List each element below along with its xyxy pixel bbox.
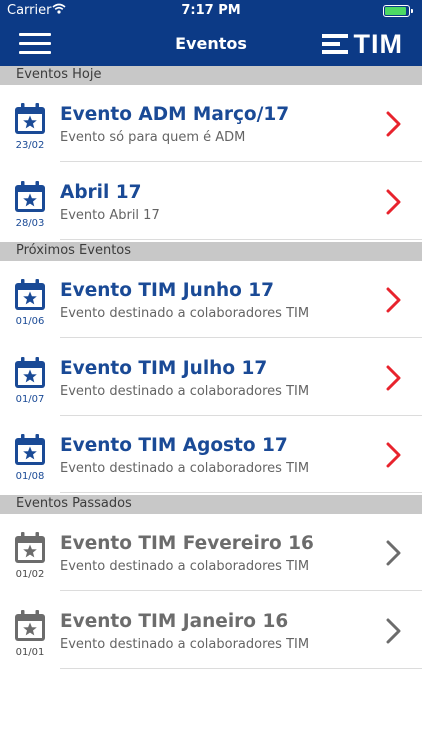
event-subtitle: Evento destinado a colaboradores TIM (60, 384, 310, 399)
event-row[interactable]: 01/08 Evento TIM Agosto 17 Evento destinad… (0, 416, 422, 493)
event-title: Evento TIM Julho 17 (60, 358, 268, 379)
event-row[interactable]: 28/03 Abril 17 Evento Abril 17 (0, 163, 422, 240)
calendar-star-icon (14, 181, 46, 213)
event-title: Evento TIM Janeiro 16 (60, 611, 289, 632)
event-row[interactable]: 01/06 Evento TIM Junho 17 Evento destinado… (0, 261, 422, 338)
event-title: Evento TIM Junho 17 (60, 280, 275, 301)
status-bar: Carrier 7:17 PM (0, 0, 422, 22)
logo-stripes-icon (321, 33, 348, 55)
event-row[interactable]: 23/02 Evento ADM Março/17 Evento só para q… (0, 85, 422, 162)
chevron-right-icon (386, 365, 402, 395)
event-subtitle: Evento só para quem é ADM (60, 130, 246, 145)
row-divider (60, 337, 422, 338)
event-subtitle: Evento destinado a colaboradores TIM (60, 637, 310, 652)
event-title: Abril 17 (60, 182, 142, 203)
event-row[interactable]: 01/01 Evento TIM Janeiro 16 Evento destina… (0, 592, 422, 669)
section-header: Próximos Eventos (0, 242, 422, 261)
event-row[interactable]: 01/07 Evento TIM Julho 17 Evento destinado… (0, 339, 422, 416)
section-header: Eventos Hoje (0, 66, 422, 85)
brand-logo: TIM (321, 28, 404, 59)
event-subtitle: Evento destinado a colaboradores TIM (60, 559, 310, 574)
event-date: 01/01 (15, 647, 45, 658)
battery-icon (383, 5, 413, 17)
event-date: 23/02 (15, 140, 45, 151)
event-date: 01/08 (15, 471, 45, 482)
calendar-star-icon (14, 434, 46, 466)
event-date: 01/02 (15, 569, 45, 580)
navigation-bar: Eventos TIM (0, 22, 422, 66)
event-title: Evento ADM Março/17 (60, 104, 290, 125)
calendar-star-icon (14, 532, 46, 564)
row-divider (60, 161, 422, 162)
event-title: Evento TIM Fevereiro 16 (60, 533, 314, 554)
event-title: Evento TIM Agosto 17 (60, 435, 288, 456)
event-date: 28/03 (15, 218, 45, 229)
calendar-star-icon (14, 103, 46, 135)
chevron-right-icon (386, 287, 402, 317)
event-subtitle: Evento destinado a colaboradores TIM (60, 461, 310, 476)
chevron-right-icon (386, 111, 402, 141)
chevron-right-icon (386, 618, 402, 648)
event-row[interactable]: 01/02 Evento TIM Fevereiro 16 Evento desti… (0, 514, 422, 591)
calendar-star-icon (14, 279, 46, 311)
chevron-right-icon (386, 540, 402, 570)
chevron-right-icon (386, 442, 402, 472)
event-subtitle: Evento Abril 17 (60, 208, 160, 223)
row-divider (60, 492, 422, 493)
calendar-star-icon (14, 610, 46, 642)
row-divider (60, 590, 422, 591)
row-divider (60, 668, 422, 669)
section-header: Eventos Passados (0, 495, 422, 514)
calendar-star-icon (14, 357, 46, 389)
event-subtitle: Evento destinado a colaboradores TIM (60, 306, 310, 321)
brand-text: TIM (353, 28, 403, 59)
battery-level (385, 7, 406, 15)
chevron-right-icon (386, 189, 402, 219)
clock: 7:17 PM (181, 3, 241, 18)
row-divider (60, 239, 422, 240)
event-date: 01/06 (15, 316, 45, 327)
event-date: 01/07 (15, 394, 45, 405)
